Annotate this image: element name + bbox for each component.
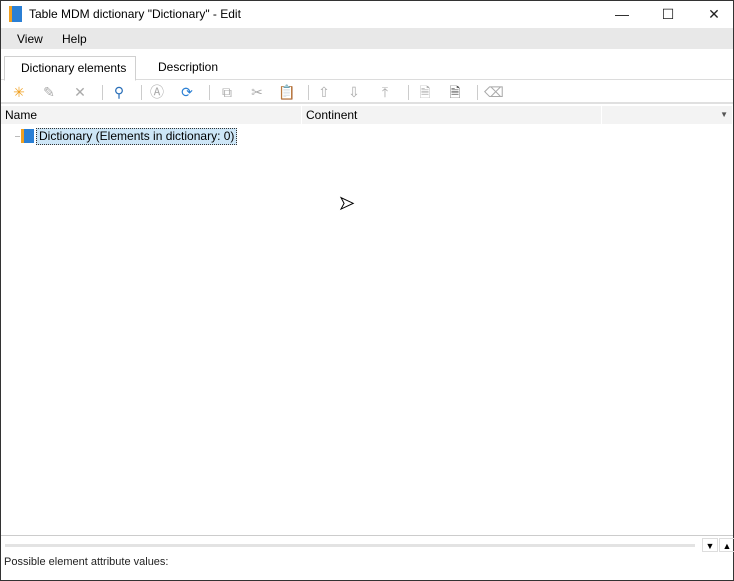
find-icon[interactable]: ⚲ — [110, 84, 128, 101]
tab-description[interactable]: Description — [144, 56, 232, 80]
replace-icon[interactable]: Ⓐ — [148, 84, 166, 101]
attribute-values-panel: ▼ ▲ Possible element attribute values: — [1, 535, 734, 581]
paste-icon[interactable]: 📋 — [278, 84, 296, 101]
title-bar: Table MDM dictionary "Dictionary" - Edit… — [1, 1, 733, 27]
cut-icon[interactable]: ✂ — [248, 84, 266, 101]
expand-up-button[interactable]: ▲ — [719, 538, 734, 552]
toolbar: ✳ ✎ ✕ ⚲ Ⓐ ⟳ ⧉ ✂ 📋 ⇧ ⇩ ⤒ 🗎 🗎 ⌫ — [1, 81, 733, 104]
separator — [209, 85, 210, 100]
attribute-values-label: Possible element attribute values: — [4, 556, 169, 568]
mouse-cursor-icon: ➤ — [338, 193, 355, 214]
tree-root-label[interactable]: Dictionary (Elements in dictionary: 0) — [36, 128, 238, 145]
collapse-down-button[interactable]: ▼ — [702, 538, 718, 552]
delete-icon[interactable]: ✕ — [71, 84, 89, 101]
new-element-icon[interactable]: ✳ — [10, 84, 28, 101]
move-to-top-icon[interactable]: ⤒ — [376, 84, 394, 101]
copy-icon[interactable]: ⧉ — [218, 84, 236, 101]
import-icon[interactable]: 🗎 — [446, 84, 464, 101]
separator — [477, 85, 478, 100]
dictionary-icon — [21, 129, 34, 143]
clear-icon[interactable]: ⌫ — [484, 84, 504, 101]
tab-strip: Dictionary elements Description — [1, 50, 733, 81]
maximize-button[interactable]: ☐ — [645, 1, 691, 27]
column-name[interactable]: Name — [1, 106, 302, 124]
column-header: Name Continent ▼ — [1, 106, 733, 124]
separator — [408, 85, 409, 100]
close-button[interactable]: ✕ — [691, 1, 734, 27]
dictionary-edit-window: Table MDM dictionary "Dictionary" - Edit… — [0, 0, 734, 581]
minimize-button[interactable]: — — [599, 1, 645, 27]
move-up-icon[interactable]: ⇧ — [315, 84, 333, 101]
move-down-icon[interactable]: ⇩ — [345, 84, 363, 101]
column-continent[interactable]: Continent — [302, 106, 602, 124]
menu-view[interactable]: View — [17, 32, 43, 46]
separator — [141, 85, 142, 100]
tab-dictionary-elements[interactable]: Dictionary elements — [4, 56, 136, 81]
tree-line — [15, 136, 20, 137]
separator — [102, 85, 103, 100]
dictionary-icon — [9, 6, 22, 22]
column-dropdown-icon[interactable]: ▼ — [602, 106, 733, 124]
menu-help[interactable]: Help — [62, 32, 87, 46]
dictionary-tree: Dictionary (Elements in dictionary: 0) — [1, 125, 733, 535]
separator — [308, 85, 309, 100]
splitter[interactable] — [5, 544, 695, 547]
window-title: Table MDM dictionary "Dictionary" - Edit — [29, 7, 241, 21]
menu-bar: View Help — [1, 28, 733, 49]
export-icon[interactable]: 🗎 — [416, 84, 434, 101]
edit-icon[interactable]: ✎ — [40, 84, 58, 101]
refresh-icon[interactable]: ⟳ — [178, 84, 196, 101]
